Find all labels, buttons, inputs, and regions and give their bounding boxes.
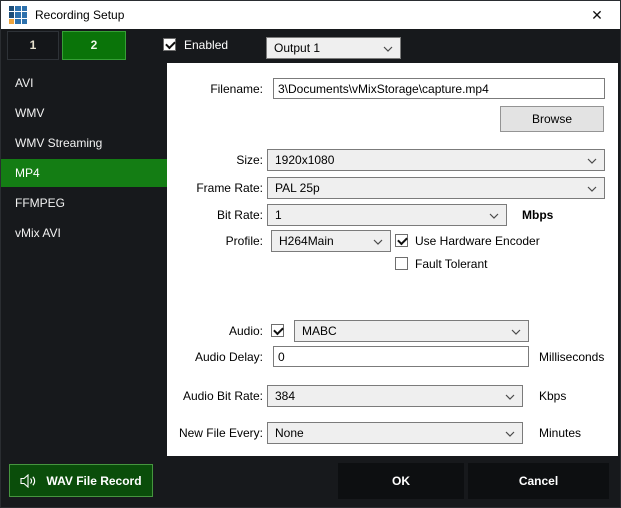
new-file-every-value: None <box>275 426 505 440</box>
audio-delay-label: Audio Delay: <box>167 346 263 368</box>
audio-bit-rate-value: 384 <box>275 389 505 403</box>
new-file-every-dropdown[interactable]: None <box>267 422 523 444</box>
size-value: 1920x1080 <box>275 153 587 167</box>
cancel-button[interactable]: Cancel <box>468 463 609 499</box>
use-hardware-encoder-label: Use Hardware Encoder <box>415 230 540 252</box>
chevron-down-icon <box>587 183 597 193</box>
close-icon[interactable]: ✕ <box>582 1 612 29</box>
fault-tolerant-label: Fault Tolerant <box>415 253 488 275</box>
bit-rate-value: 1 <box>275 208 489 222</box>
enabled-checkbox[interactable] <box>163 38 176 51</box>
use-hardware-encoder-checkbox[interactable] <box>395 234 408 247</box>
recording-setup-dialog: Recording Setup ✕ 1 2 Enabled Output 1 A… <box>0 0 621 508</box>
audio-delay-unit: Milliseconds <box>539 346 604 368</box>
tab-recorder-1[interactable]: 1 <box>7 31 59 60</box>
tab-recorder-2[interactable]: 2 <box>62 31 126 60</box>
wav-file-record-label: WAV File Record <box>46 474 141 488</box>
new-file-every-label: New File Every: <box>167 422 263 444</box>
sidebar-item-ffmpeg[interactable]: FFMPEG <box>1 189 167 217</box>
audio-bit-rate-label: Audio Bit Rate: <box>167 385 263 407</box>
audio-checkbox[interactable] <box>271 324 284 337</box>
bit-rate-label: Bit Rate: <box>167 204 263 226</box>
wav-file-record-button[interactable]: WAV File Record <box>9 464 153 497</box>
window-title: Recording Setup <box>35 1 124 29</box>
size-dropdown[interactable]: 1920x1080 <box>267 149 605 171</box>
ok-button[interactable]: OK <box>338 463 464 499</box>
sidebar-item-wmv[interactable]: WMV <box>1 99 167 127</box>
sidebar-item-mp4[interactable]: MP4 <box>1 159 167 187</box>
chevron-down-icon <box>383 43 393 53</box>
title-bar: Recording Setup ✕ <box>1 1 621 29</box>
bit-rate-unit: Mbps <box>522 204 553 226</box>
frame-rate-label: Frame Rate: <box>167 177 263 199</box>
frame-rate-value: PAL 25p <box>275 181 587 195</box>
audio-bit-rate-unit: Kbps <box>539 385 566 407</box>
profile-value: H264Main <box>279 234 373 248</box>
new-file-every-unit: Minutes <box>539 422 581 444</box>
sidebar-item-vmix-avi[interactable]: vMix AVI <box>1 219 167 247</box>
chevron-down-icon <box>373 236 383 246</box>
settings-panel: Filename: Browse Size: 1920x1080 Frame R… <box>167 63 618 456</box>
sidebar-item-avi[interactable]: AVI <box>1 69 167 97</box>
vmix-logo-icon <box>9 6 27 24</box>
output-value: Output 1 <box>274 41 383 55</box>
bit-rate-dropdown[interactable]: 1 <box>267 204 507 226</box>
audio-dropdown[interactable]: MABC <box>294 320 529 342</box>
enabled-label: Enabled <box>184 32 228 58</box>
profile-dropdown[interactable]: H264Main <box>271 230 391 252</box>
size-label: Size: <box>167 149 263 171</box>
audio-bit-rate-dropdown[interactable]: 384 <box>267 385 523 407</box>
filename-input[interactable] <box>273 78 605 99</box>
frame-rate-dropdown[interactable]: PAL 25p <box>267 177 605 199</box>
filename-label: Filename: <box>167 78 263 100</box>
sidebar-item-wmv-streaming[interactable]: WMV Streaming <box>1 129 167 157</box>
speaker-icon <box>20 474 37 488</box>
audio-label: Audio: <box>167 320 263 342</box>
chevron-down-icon <box>505 428 515 438</box>
chevron-down-icon <box>587 155 597 165</box>
profile-label: Profile: <box>167 230 263 252</box>
output-dropdown[interactable]: Output 1 <box>266 37 401 59</box>
browse-button[interactable]: Browse <box>500 106 604 132</box>
audio-delay-input[interactable] <box>273 346 529 367</box>
chevron-down-icon <box>505 391 515 401</box>
audio-value: MABC <box>302 324 511 338</box>
fault-tolerant-checkbox[interactable] <box>395 257 408 270</box>
chevron-down-icon <box>489 210 499 220</box>
chevron-down-icon <box>511 326 521 336</box>
